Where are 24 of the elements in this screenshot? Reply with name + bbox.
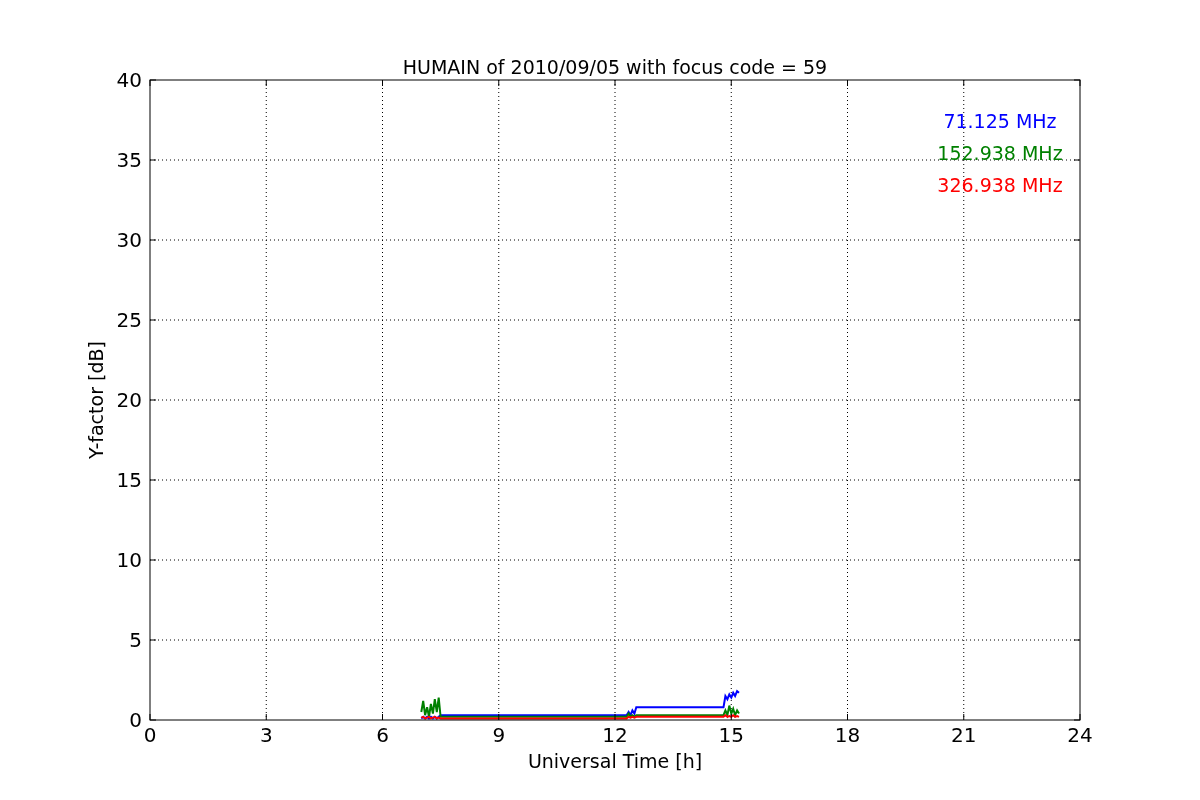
chart-title: HUMAIN of 2010/09/05 with focus code = 59 — [402, 56, 828, 78]
x-tick-label: 3 — [259, 723, 273, 747]
x-tick-label: 9 — [492, 723, 506, 747]
x-tick-label: 0 — [143, 723, 157, 747]
x-tick-label: 21 — [951, 723, 977, 747]
x-tick-label: 12 — [602, 723, 628, 747]
y-tick-label: 15 — [116, 468, 142, 492]
y-tick-label: 35 — [116, 148, 142, 172]
legend-label: 152.938 MHz — [937, 142, 1063, 164]
y-tick-label: 5 — [129, 628, 142, 652]
x-tick-label: 6 — [376, 723, 389, 747]
y-tick-label: 10 — [116, 548, 142, 572]
y-axis-label: Y-factor [dB] — [85, 341, 107, 459]
y-tick-label: 30 — [116, 228, 142, 252]
x-tick-label: 18 — [834, 723, 861, 747]
x-axis-label: Universal Time [h] — [527, 750, 703, 772]
x-tick-label: 24 — [1067, 723, 1093, 747]
y-tick-label: 25 — [116, 308, 142, 332]
y-tick-label: 40 — [116, 68, 142, 92]
y-tick-label: 0 — [129, 708, 142, 732]
y-tick-label: 20 — [116, 388, 142, 412]
x-tick-label: 15 — [718, 723, 744, 747]
legend-label: 326.938 MHz — [937, 174, 1063, 196]
legend-label: 71.125 MHz — [943, 110, 1057, 132]
